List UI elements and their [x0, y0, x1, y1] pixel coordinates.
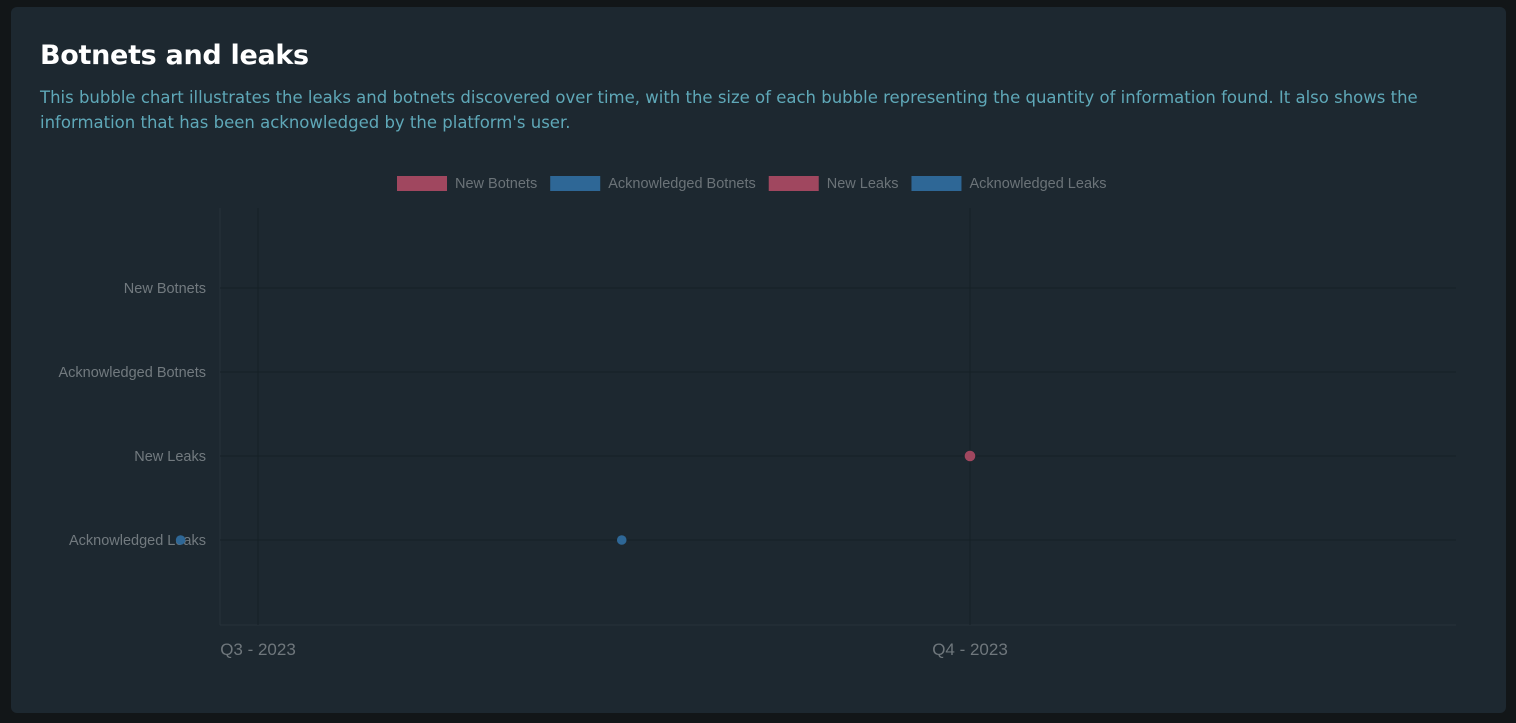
legend-label: New Botnets	[455, 176, 537, 192]
y-tick-label: New Leaks	[134, 449, 206, 465]
bubble-chart: New Botnets Acknowledged Botnets New Leaks…	[58, 176, 1516, 659]
legend-item[interactable]: New Botnets	[397, 176, 537, 192]
x-axis-labels: Q3 - 2023 Q4 - 2023	[220, 640, 1008, 659]
y-tick-label: Acknowledged Leaks	[69, 533, 206, 549]
legend-label: Acknowledged Leaks	[969, 176, 1106, 192]
legend-swatch	[911, 176, 962, 191]
y-tick-label: Acknowledged Botnets	[58, 365, 206, 381]
legend-swatch	[397, 176, 447, 191]
legend-label: Acknowledged Botnets	[608, 176, 756, 192]
y-axis-labels: New Botnets Acknowledged Botnets New Leaks…	[58, 281, 206, 549]
legend-swatch	[550, 176, 601, 191]
legend-item[interactable]: Acknowledged Leaks	[911, 176, 1107, 192]
legend-swatch	[768, 176, 819, 191]
x-tick-label: Q3 - 2023	[220, 640, 296, 659]
data-point[interactable]	[964, 450, 976, 462]
legend-item[interactable]: New Leaks	[768, 176, 899, 192]
legend-label: New Leaks	[827, 176, 899, 192]
grid-lines	[219, 208, 1456, 626]
x-tick-label: Q4 - 2023	[932, 640, 1008, 659]
data-point[interactable]	[175, 535, 186, 545]
legend-item[interactable]: Acknowledged Botnets	[550, 176, 756, 192]
data-point[interactable]	[616, 535, 627, 545]
chart-legend[interactable]: New Botnets Acknowledged Botnets New Leaks…	[397, 176, 1107, 192]
data-points[interactable]	[175, 283, 1516, 545]
y-tick-label: New Botnets	[124, 281, 206, 297]
